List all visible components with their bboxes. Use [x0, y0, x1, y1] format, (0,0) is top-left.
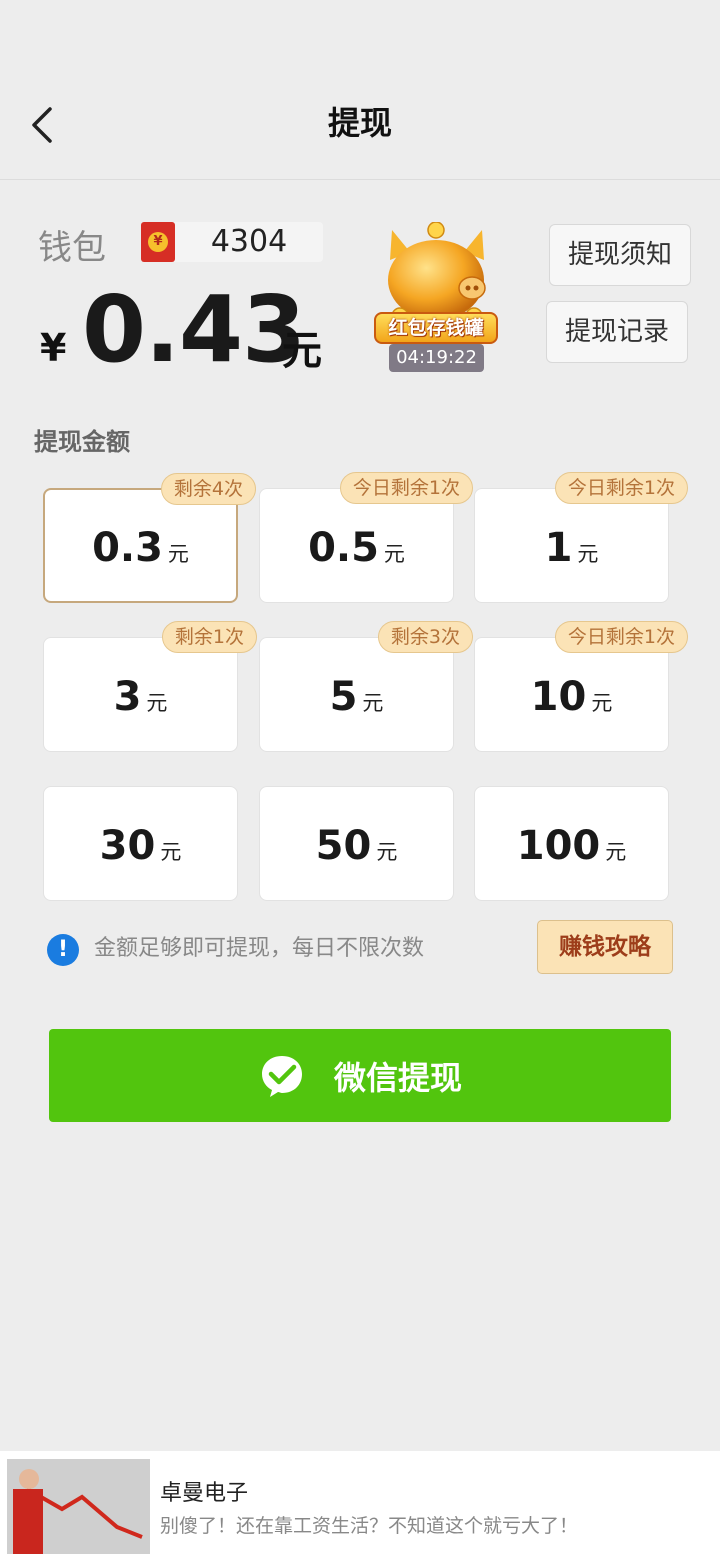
remaining-badge: 今日剩余1次	[554, 621, 688, 653]
withdraw-notice-button[interactable]: 提现须知	[549, 224, 691, 286]
amount-value: 1	[544, 524, 573, 571]
amount-option-30[interactable]: 30 元	[43, 786, 238, 901]
coin-count: 4304	[210, 224, 288, 259]
withdraw-page: 提现 钱包 ¥ 4304 ¥ 0.43 元 红包存钱罐 04:19:22 提现须…	[0, 0, 720, 1560]
piggy-bank-icon	[388, 222, 486, 322]
amount-option-0.5[interactable]: 0.5 元 今日剩余1次	[259, 472, 473, 603]
amount-value: 10	[530, 673, 587, 720]
remaining-badge: 剩余1次	[161, 621, 257, 653]
remaining-badge: 今日剩余1次	[554, 472, 688, 504]
amount-value: 0.3	[92, 524, 163, 571]
amount-value: 0.5	[308, 524, 379, 571]
wechat-icon	[261, 1055, 302, 1097]
header-bar: 提现	[0, 0, 720, 180]
amount-option-0.3[interactable]: 0.3 元 剩余4次	[43, 473, 256, 603]
ad-title: 卓曼电子	[160, 1481, 249, 1506]
withdraw-records-button[interactable]: 提现记录	[546, 301, 688, 363]
red-envelope-icon: ¥	[141, 222, 175, 262]
remaining-badge: 剩余4次	[160, 473, 256, 505]
page-title: 提现	[327, 104, 392, 142]
amount-value: 100	[516, 822, 601, 869]
amount-option-5[interactable]: 5元 剩余3次	[259, 621, 473, 752]
amount-option-50[interactable]: 50 元	[259, 786, 454, 901]
amount-value: 3	[113, 673, 142, 720]
amount-option-10[interactable]: 10 元 今日剩余1次	[474, 621, 688, 752]
ad-image	[7, 1459, 150, 1554]
balance-unit: 元	[282, 328, 322, 374]
piggy-bank-widget[interactable]: 红包存钱罐 04:19:22	[370, 208, 500, 373]
amount-option-3[interactable]: 3元 剩余1次	[43, 621, 257, 752]
amount-unit: 元	[577, 541, 599, 566]
remaining-badge: 剩余3次	[377, 621, 473, 653]
piggy-bank-label: 红包存钱罐	[374, 312, 498, 344]
piggy-bank-timer: 04:19:22	[389, 344, 484, 372]
amount-unit: 元	[362, 690, 384, 715]
ad-banner[interactable]: 卓曼电子 别傻了！还在靠工资生活？不知道这个就亏大了！	[0, 1451, 720, 1560]
remaining-badge: 今日剩余1次	[339, 472, 473, 504]
amount-value: 30	[99, 822, 156, 869]
amount-unit: 元	[591, 690, 613, 715]
amount-unit: 元	[605, 839, 627, 864]
coin-balance: ¥ 4304	[141, 222, 323, 262]
info-text: 金额足够即可提现，每日不限次数	[94, 936, 425, 961]
amount-value: 5	[329, 673, 358, 720]
ad-description: 别傻了！还在靠工资生活？不知道这个就亏大了！	[160, 1515, 579, 1537]
info-icon: !	[47, 934, 79, 966]
balance-amount: 0.43	[82, 276, 306, 383]
amount-unit: 元	[383, 541, 405, 566]
amount-value: 50	[315, 822, 372, 869]
amount-unit: 元	[160, 839, 182, 864]
amount-unit: 元	[146, 690, 168, 715]
wechat-withdraw-label: 微信提现	[333, 1058, 462, 1097]
amount-option-100[interactable]: 100 元	[474, 786, 669, 901]
amount-section-label: 提现金额	[34, 428, 130, 456]
currency-symbol: ¥	[40, 326, 67, 370]
amount-unit: 元	[376, 839, 398, 864]
amount-option-1[interactable]: 1元 今日剩余1次	[474, 472, 688, 603]
earning-strategy-button[interactable]: 赚钱攻略	[537, 920, 673, 974]
wallet-label: 钱包	[38, 228, 106, 268]
wechat-withdraw-button[interactable]: 微信提现	[49, 1029, 671, 1122]
amount-unit: 元	[167, 541, 189, 566]
